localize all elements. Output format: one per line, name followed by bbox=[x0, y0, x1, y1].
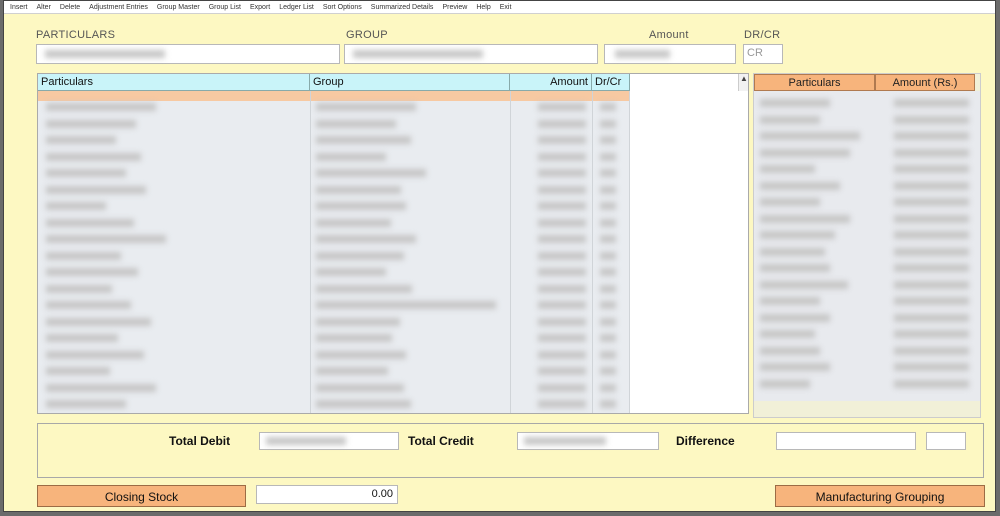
ledger-grid[interactable]: Particulars Group Amount Dr/Cr ▲ bbox=[37, 73, 749, 414]
summary-rows[interactable] bbox=[754, 91, 980, 401]
menu-insert[interactable]: Insert bbox=[10, 4, 28, 11]
table-row[interactable] bbox=[38, 116, 630, 132]
summary-header-particulars[interactable]: Particulars bbox=[754, 74, 875, 91]
menu-adjustment-entries[interactable]: Adjustment Entries bbox=[89, 4, 148, 11]
table-row[interactable] bbox=[38, 182, 630, 198]
summary-row[interactable] bbox=[754, 260, 980, 276]
manufacturing-grouping-button[interactable]: Manufacturing Grouping bbox=[775, 485, 985, 507]
grid-empty-area bbox=[630, 91, 748, 413]
summary-row[interactable] bbox=[754, 145, 980, 161]
summary-row[interactable] bbox=[754, 194, 980, 210]
closing-stock-button[interactable]: Closing Stock bbox=[37, 485, 246, 507]
menu-preview[interactable]: Preview bbox=[442, 4, 467, 11]
table-row[interactable] bbox=[38, 198, 630, 214]
summary-row[interactable] bbox=[754, 112, 980, 128]
summary-row[interactable] bbox=[754, 178, 980, 194]
amount-label: Amount bbox=[649, 29, 689, 41]
grid-header-filler bbox=[630, 74, 748, 91]
table-row[interactable] bbox=[38, 396, 630, 412]
grid-rows[interactable] bbox=[38, 91, 630, 413]
table-row[interactable] bbox=[38, 99, 630, 115]
drcr-input[interactable]: CR bbox=[743, 44, 783, 64]
group-input[interactable] bbox=[344, 44, 598, 64]
menu-help[interactable]: Help bbox=[476, 4, 490, 11]
app-window: Insert Alter Delete Adjustment Entries G… bbox=[3, 0, 996, 512]
menu-alter[interactable]: Alter bbox=[37, 4, 51, 11]
summary-panel: Particulars Amount (Rs.) bbox=[753, 73, 981, 418]
table-row[interactable] bbox=[38, 330, 630, 346]
summary-header-amount[interactable]: Amount (Rs.) bbox=[875, 74, 975, 91]
menu-bar: Insert Alter Delete Adjustment Entries G… bbox=[4, 1, 995, 14]
menu-delete[interactable]: Delete bbox=[60, 4, 80, 11]
totals-panel: Total Debit Total Credit Difference bbox=[37, 423, 984, 478]
table-row[interactable] bbox=[38, 347, 630, 363]
summary-row[interactable] bbox=[754, 359, 980, 375]
grid-header-group[interactable]: Group bbox=[310, 74, 510, 91]
summary-row[interactable] bbox=[754, 310, 980, 326]
summary-row[interactable] bbox=[754, 244, 980, 260]
summary-row[interactable] bbox=[754, 376, 980, 392]
difference-drcr-field bbox=[926, 432, 966, 450]
table-row[interactable] bbox=[38, 380, 630, 396]
menu-export[interactable]: Export bbox=[250, 4, 270, 11]
total-debit-label: Total Debit bbox=[169, 434, 231, 448]
menu-group-master[interactable]: Group Master bbox=[157, 4, 200, 11]
closing-stock-button-label: Closing Stock bbox=[104, 490, 179, 504]
amount-input[interactable] bbox=[604, 44, 736, 64]
table-row[interactable] bbox=[38, 264, 630, 280]
column-divider bbox=[310, 91, 311, 413]
drcr-value: CR bbox=[747, 47, 763, 59]
table-row[interactable] bbox=[38, 132, 630, 148]
table-row[interactable] bbox=[38, 281, 630, 297]
summary-row[interactable] bbox=[754, 343, 980, 359]
total-debit-field bbox=[259, 432, 399, 450]
summary-row[interactable] bbox=[754, 227, 980, 243]
closing-stock-amount: 0.00 bbox=[371, 488, 393, 500]
table-row[interactable] bbox=[38, 297, 630, 313]
drcr-label: DR/CR bbox=[744, 29, 781, 41]
summary-row[interactable] bbox=[754, 161, 980, 177]
summary-row[interactable] bbox=[754, 293, 980, 309]
total-credit-label: Total Credit bbox=[408, 434, 474, 448]
menu-ledger-list[interactable]: Ledger List bbox=[279, 4, 314, 11]
closing-stock-value[interactable]: 0.00 bbox=[256, 485, 398, 504]
grid-header-particulars[interactable]: Particulars bbox=[38, 74, 310, 91]
table-row[interactable] bbox=[38, 165, 630, 181]
menu-summarized-details[interactable]: Summarized Details bbox=[371, 4, 434, 11]
table-row[interactable] bbox=[38, 248, 630, 264]
menu-group-list[interactable]: Group List bbox=[209, 4, 241, 11]
particulars-label: PARTICULARS bbox=[36, 29, 116, 41]
menu-sort-options[interactable]: Sort Options bbox=[323, 4, 362, 11]
summary-row[interactable] bbox=[754, 128, 980, 144]
column-divider bbox=[592, 91, 593, 413]
table-row[interactable] bbox=[38, 231, 630, 247]
menu-exit[interactable]: Exit bbox=[500, 4, 512, 11]
column-divider bbox=[510, 91, 511, 413]
table-row[interactable] bbox=[38, 314, 630, 330]
manufacturing-grouping-button-label: Manufacturing Grouping bbox=[815, 490, 945, 504]
summary-row[interactable] bbox=[754, 95, 980, 111]
grid-header-drcr[interactable]: Dr/Cr bbox=[592, 74, 630, 91]
summary-row[interactable] bbox=[754, 211, 980, 227]
table-row[interactable] bbox=[38, 215, 630, 231]
group-label: GROUP bbox=[346, 29, 388, 41]
grid-header-amount[interactable]: Amount bbox=[510, 74, 592, 91]
table-row[interactable] bbox=[38, 363, 630, 379]
difference-label: Difference bbox=[676, 434, 735, 448]
table-row[interactable] bbox=[38, 149, 630, 165]
total-credit-field bbox=[517, 432, 659, 450]
summary-row[interactable] bbox=[754, 277, 980, 293]
summary-row[interactable] bbox=[754, 326, 980, 342]
particulars-input[interactable] bbox=[36, 44, 340, 64]
difference-field bbox=[776, 432, 916, 450]
scroll-up-icon[interactable]: ▲ bbox=[738, 74, 748, 91]
